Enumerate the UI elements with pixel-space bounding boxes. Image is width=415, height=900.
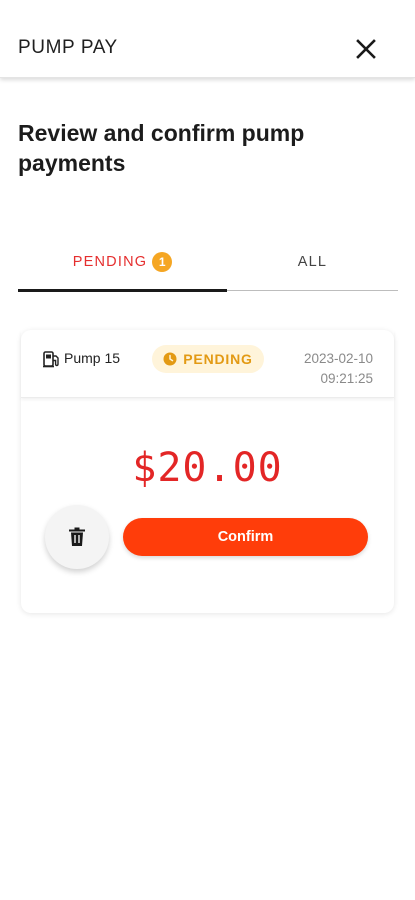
payment-card: Pump 15 PENDING 2023-02-10 09:21:25 $20.… <box>21 330 394 613</box>
status-badge-label: PENDING <box>183 351 253 367</box>
clock-icon <box>163 352 177 366</box>
pending-count-badge: 1 <box>152 252 173 272</box>
pump-label: Pump 15 <box>64 350 121 366</box>
tab-all-label: ALL <box>297 254 328 270</box>
page-heading: Review and confirm pump payments <box>18 120 305 176</box>
confirm-button[interactable]: Confirm <box>123 518 368 556</box>
payment-time: 09:21:25 <box>320 371 373 386</box>
payment-date: 2023-02-10 <box>303 351 373 366</box>
app-bar: PUMP PAY <box>0 0 415 78</box>
app-title: PUMP PAY <box>18 37 118 58</box>
tab-pending[interactable]: PENDING 1 <box>18 234 227 290</box>
trash-icon <box>69 527 85 546</box>
tab-all[interactable]: ALL <box>227 234 398 290</box>
payment-card-header: Pump 15 PENDING 2023-02-10 09:21:25 <box>21 330 394 398</box>
payment-amount: $20.00 <box>132 445 283 491</box>
tab-pending-label: PENDING <box>72 254 148 270</box>
payment-timestamp: 2023-02-10 09:21:25 <box>283 349 373 389</box>
tab-bar: PENDING 1 ALL <box>18 234 398 292</box>
active-tab-indicator <box>18 289 227 292</box>
status-badge: PENDING <box>152 345 264 373</box>
delete-button[interactable] <box>45 505 109 569</box>
close-icon[interactable] <box>354 37 378 61</box>
fuel-pump-icon <box>43 351 59 368</box>
